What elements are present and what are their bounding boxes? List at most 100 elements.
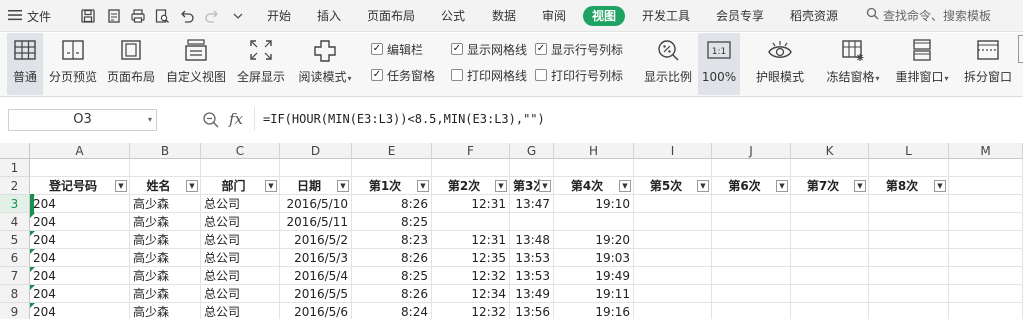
cell[interactable]	[712, 195, 791, 213]
filter-dropdown-icon[interactable]: ▼	[934, 180, 946, 192]
cell[interactable]	[949, 231, 1023, 249]
column-header-e[interactable]: E	[352, 143, 432, 159]
row-header-9[interactable]: 9	[0, 303, 30, 319]
data-cell[interactable]: 204	[30, 249, 130, 267]
cell[interactable]	[949, 285, 1023, 303]
data-cell[interactable]: 13:56	[510, 303, 554, 319]
tab-page-layout[interactable]: 页面布局	[367, 6, 415, 26]
data-cell[interactable]: 13:53	[510, 249, 554, 267]
save-icon[interactable]	[79, 7, 97, 25]
filter-dropdown-icon[interactable]: ▼	[417, 180, 429, 192]
cell[interactable]	[869, 267, 949, 285]
data-cell[interactable]: 2016/5/6	[280, 303, 352, 319]
arrange-windows-button[interactable]: 重排窗口▾	[891, 33, 953, 95]
cell[interactable]	[634, 249, 712, 267]
row-header-7[interactable]: 7	[0, 267, 30, 285]
cell[interactable]	[634, 285, 712, 303]
zoom-button[interactable]: 显示比例	[641, 33, 695, 95]
cell[interactable]	[634, 267, 712, 285]
cell[interactable]	[791, 285, 869, 303]
show-gridlines-checkbox[interactable]: ✓ 显示网格线	[451, 41, 527, 57]
tab-insert[interactable]: 插入	[317, 6, 341, 26]
cell[interactable]	[712, 213, 791, 231]
tab-data[interactable]: 数据	[492, 6, 516, 26]
data-cell[interactable]: 高少森	[130, 231, 201, 249]
header-cell[interactable]: 第8次 ▼	[869, 177, 949, 195]
cell[interactable]	[30, 159, 130, 177]
zoom-100-button[interactable]: 1:1 100%	[698, 33, 740, 95]
tab-formulas[interactable]: 公式	[441, 6, 465, 26]
filter-dropdown-icon[interactable]: ▼	[186, 180, 198, 192]
header-cell[interactable]: 第6次 ▼	[712, 177, 791, 195]
page-layout-view-button[interactable]: 页面布局	[104, 33, 158, 95]
data-cell[interactable]	[510, 213, 554, 231]
cell[interactable]	[712, 159, 791, 177]
column-header-l[interactable]: L	[869, 143, 949, 159]
cell[interactable]	[554, 159, 634, 177]
data-cell[interactable]	[432, 213, 510, 231]
data-cell[interactable]: 高少森	[130, 213, 201, 231]
data-cell[interactable]: 12:31	[432, 231, 510, 249]
quick-access-more-icon[interactable]	[229, 7, 247, 25]
row-header-2[interactable]: 2	[0, 177, 30, 195]
data-cell[interactable]: 204	[30, 213, 130, 231]
cell[interactable]	[949, 195, 1023, 213]
eye-protection-button[interactable]: 护眼模式	[753, 33, 807, 95]
column-header-m[interactable]: M	[949, 143, 1023, 159]
select-all-corner[interactable]	[0, 143, 30, 159]
tab-review[interactable]: 审阅	[542, 6, 566, 26]
header-cell[interactable]: 第5次 ▼	[634, 177, 712, 195]
cell[interactable]	[949, 213, 1023, 231]
tab-docer-resources[interactable]: 稻壳资源	[790, 6, 838, 26]
insert-function-button[interactable]: fx	[229, 110, 243, 128]
filter-dropdown-icon[interactable]: ▼	[539, 180, 551, 192]
data-cell[interactable]: 总公司	[201, 231, 280, 249]
formula-input[interactable]: =IF(HOUR(MIN(E3:L3))<8.5,MIN(E3:L3),"")	[254, 107, 1023, 131]
data-cell[interactable]: 总公司	[201, 285, 280, 303]
filter-dropdown-icon[interactable]: ▼	[697, 180, 709, 192]
data-cell[interactable]: 2016/5/4	[280, 267, 352, 285]
data-cell[interactable]: 12:31	[432, 195, 510, 213]
data-cell[interactable]: 总公司	[201, 249, 280, 267]
row-header-6[interactable]: 6	[0, 249, 30, 267]
normal-view-button[interactable]: 普通	[7, 33, 43, 95]
cell[interactable]	[712, 249, 791, 267]
data-cell[interactable]: 19:49	[554, 267, 634, 285]
cell[interactable]	[949, 177, 1023, 195]
header-cell[interactable]: 日期 ▼	[280, 177, 352, 195]
data-cell[interactable]: 高少森	[130, 267, 201, 285]
column-header-j[interactable]: J	[712, 143, 791, 159]
cell[interactable]	[869, 159, 949, 177]
data-cell[interactable]: 204	[30, 303, 130, 319]
filter-dropdown-icon[interactable]: ▼	[337, 180, 349, 192]
data-cell[interactable]: 19:03	[554, 249, 634, 267]
cell[interactable]	[634, 159, 712, 177]
column-header-g[interactable]: G	[510, 143, 554, 159]
data-cell[interactable]: 13:48	[510, 231, 554, 249]
data-cell[interactable]: 19:20	[554, 231, 634, 249]
column-header-d[interactable]: D	[280, 143, 352, 159]
data-cell[interactable]: 总公司	[201, 267, 280, 285]
header-cell[interactable]: 第4次 ▼	[554, 177, 634, 195]
print-preview-icon[interactable]	[153, 7, 171, 25]
data-cell[interactable]: 13:53	[510, 267, 554, 285]
task-pane-checkbox[interactable]: ✓ 任务窗格	[371, 67, 435, 83]
undo-icon[interactable]	[178, 7, 196, 25]
data-cell[interactable]: 12:32	[432, 267, 510, 285]
split-window-button[interactable]: 拆分窗口	[960, 33, 1016, 95]
column-header-f[interactable]: F	[432, 143, 510, 159]
cell[interactable]	[869, 213, 949, 231]
filter-dropdown-icon[interactable]: ▼	[115, 180, 127, 192]
cell[interactable]	[712, 267, 791, 285]
cell[interactable]	[791, 249, 869, 267]
data-cell[interactable]: 204	[30, 231, 130, 249]
cell[interactable]	[352, 159, 432, 177]
row-header-3[interactable]: 3	[0, 195, 30, 213]
data-cell[interactable]: 19:10	[554, 195, 634, 213]
cell[interactable]	[869, 231, 949, 249]
data-cell[interactable]: 总公司	[201, 303, 280, 319]
data-cell[interactable]: 204	[30, 285, 130, 303]
cell[interactable]	[791, 267, 869, 285]
cell[interactable]	[634, 303, 712, 319]
cell[interactable]	[869, 249, 949, 267]
